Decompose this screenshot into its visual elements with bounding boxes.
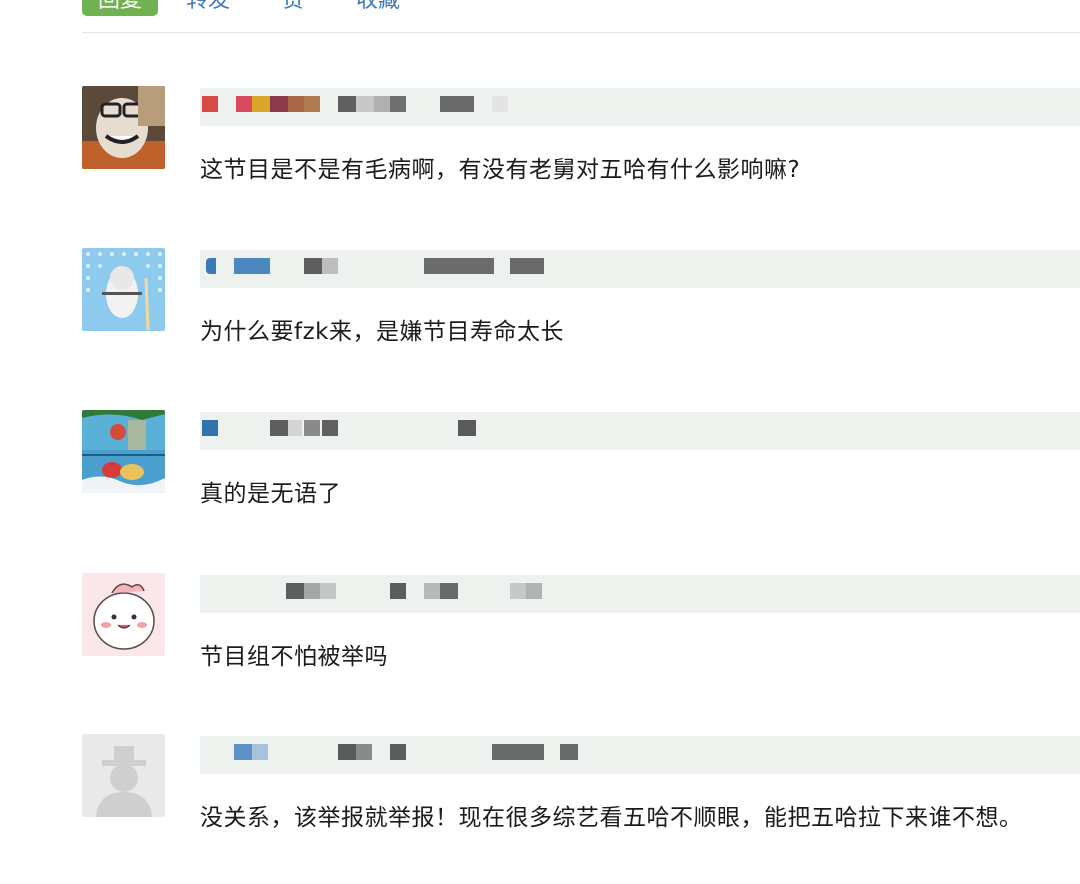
comment-item: 节目组不怕被举吗 <box>82 573 1080 703</box>
username-redacted[interactable] <box>200 736 1080 774</box>
avatar-icon[interactable] <box>82 248 165 331</box>
like-link[interactable]: 赞 <box>282 0 304 14</box>
comment-item: 真的是无语了 <box>82 410 1080 540</box>
comment-item: 为什么要fzk来，是嫌节目寿命太长 <box>82 248 1080 378</box>
username-redacted[interactable] <box>200 88 1080 126</box>
avatar-icon[interactable] <box>82 573 165 656</box>
comment-item: 这节目是不是有毛病啊，有没有老舅对五哈有什么影响嘛? <box>82 86 1080 216</box>
forward-link[interactable]: 转发 <box>186 0 230 14</box>
favorite-link[interactable]: 收藏 <box>356 0 400 14</box>
avatar-icon[interactable] <box>82 410 165 493</box>
username-redacted[interactable] <box>200 250 1080 288</box>
username-redacted[interactable] <box>200 575 1080 613</box>
reply-button[interactable]: 回复 <box>82 0 159 16</box>
comment-text: 为什么要fzk来，是嫌节目寿命太长 <box>200 319 564 345</box>
comment-text: 真的是无语了 <box>200 481 341 507</box>
comment-text: 这节目是不是有毛病啊，有没有老舅对五哈有什么影响嘛? <box>200 157 801 183</box>
comment-toolbar: 回复 转发 赞 收藏 <box>82 0 452 16</box>
comment-text: 没关系，该举报就举报！现在很多综艺看五哈不顺眼，能把五哈拉下来谁不想。 <box>200 805 1023 831</box>
comment-text: 节目组不怕被举吗 <box>200 644 388 670</box>
username-redacted[interactable] <box>200 412 1080 450</box>
toolbar-divider <box>82 32 1080 33</box>
avatar-icon[interactable] <box>82 86 165 169</box>
comment-item: 没关系，该举报就举报！现在很多综艺看五哈不顺眼，能把五哈拉下来谁不想。 <box>82 734 1080 864</box>
default-avatar-icon[interactable] <box>82 734 165 817</box>
